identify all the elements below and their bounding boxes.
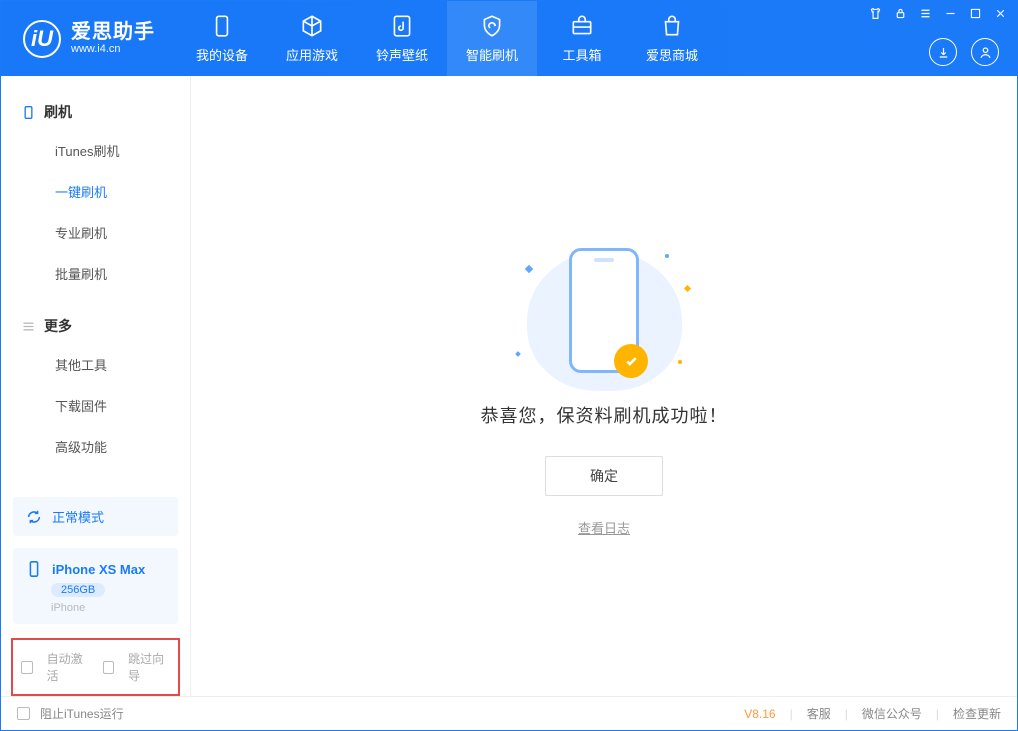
- nav-label: 应用游戏: [286, 45, 338, 64]
- success-message: 恭喜您，保资料刷机成功啦！: [481, 402, 728, 428]
- minimize-button[interactable]: [944, 7, 957, 20]
- top-nav: 我的设备 应用游戏 铃声壁纸 智能刷机 工具箱 爱思商城: [177, 1, 717, 76]
- nav-apps[interactable]: 应用游戏: [267, 1, 357, 76]
- lock-icon[interactable]: [894, 7, 907, 20]
- user-button[interactable]: [971, 38, 999, 66]
- version-label: V8.16: [744, 707, 775, 721]
- nav-label: 爱思商城: [646, 45, 698, 64]
- music-file-icon: [389, 13, 415, 39]
- shirt-icon[interactable]: [869, 7, 882, 20]
- logo-icon: iU: [23, 20, 61, 58]
- toolbox-icon: [569, 13, 595, 39]
- label-block-itunes: 阻止iTunes运行: [40, 705, 124, 722]
- device-type: iPhone: [51, 602, 85, 614]
- device-name: iPhone XS Max: [52, 562, 145, 577]
- label-skip-guide: 跳过向导: [128, 650, 170, 684]
- sidebar-item-onekey-flash[interactable]: 一键刷机: [1, 171, 190, 212]
- device-card[interactable]: iPhone XS Max 256GB iPhone: [13, 548, 178, 624]
- cube-icon: [299, 13, 325, 39]
- sidebar-item-itunes-flash[interactable]: iTunes刷机: [1, 130, 190, 171]
- body: 刷机 iTunes刷机 一键刷机 专业刷机 批量刷机 更多 其他工具 下载固件 …: [1, 76, 1017, 696]
- checkbox-block-itunes[interactable]: [17, 707, 30, 720]
- download-button[interactable]: [929, 38, 957, 66]
- footer-wechat-link[interactable]: 微信公众号: [862, 705, 922, 722]
- view-log-link[interactable]: 查看日志: [578, 518, 630, 537]
- checkbox-skip-guide[interactable]: [103, 661, 115, 674]
- phone-icon: [21, 105, 36, 120]
- footer-update-link[interactable]: 检查更新: [953, 705, 1001, 722]
- phone-icon: [25, 560, 43, 578]
- nav-my-device[interactable]: 我的设备: [177, 1, 267, 76]
- app-window: iU 爱思助手 www.i4.cn 我的设备 应用游戏 铃声壁纸 智能刷机: [0, 0, 1018, 731]
- titlebar: iU 爱思助手 www.i4.cn 我的设备 应用游戏 铃声壁纸 智能刷机: [1, 1, 1017, 76]
- sidebar: 刷机 iTunes刷机 一键刷机 专业刷机 批量刷机 更多 其他工具 下载固件 …: [1, 76, 191, 696]
- nav-store[interactable]: 爱思商城: [627, 1, 717, 76]
- nav-label: 铃声壁纸: [376, 45, 428, 64]
- phone-graphic: [569, 248, 639, 373]
- nav-ringtones[interactable]: 铃声壁纸: [357, 1, 447, 76]
- storage-badge: 256GB: [51, 583, 105, 597]
- label-auto-activate: 自动激活: [47, 650, 89, 684]
- list-icon: [21, 319, 36, 334]
- sidebar-item-advanced[interactable]: 高级功能: [1, 426, 190, 467]
- nav-label: 工具箱: [562, 45, 601, 64]
- nav-toolbox[interactable]: 工具箱: [537, 1, 627, 76]
- refresh-shield-icon: [479, 13, 505, 39]
- device-icon: [209, 13, 235, 39]
- mode-card[interactable]: 正常模式: [13, 497, 178, 536]
- window-controls: [869, 7, 1007, 20]
- group-more: 更多: [1, 308, 190, 344]
- group-title: 更多: [44, 316, 72, 336]
- menu-icon[interactable]: [919, 7, 932, 20]
- bag-icon: [659, 13, 685, 39]
- sidebar-item-pro-flash[interactable]: 专业刷机: [1, 212, 190, 253]
- ok-button[interactable]: 确定: [545, 456, 663, 496]
- sync-icon: [25, 508, 43, 526]
- mode-label: 正常模式: [52, 507, 104, 526]
- check-icon: [614, 344, 648, 378]
- footer-service-link[interactable]: 客服: [807, 705, 831, 722]
- logo: iU 爱思助手 www.i4.cn: [1, 20, 177, 58]
- checkbox-auto-activate[interactable]: [21, 661, 33, 674]
- group-flash: 刷机: [1, 94, 190, 130]
- group-title: 刷机: [44, 102, 72, 122]
- success-illustration: [514, 236, 694, 386]
- nav-label: 智能刷机: [466, 45, 518, 64]
- titlebar-actions: [929, 38, 999, 66]
- app-name-cn: 爱思助手: [71, 21, 155, 43]
- activation-options: 自动激活 跳过向导: [11, 638, 180, 696]
- close-button[interactable]: [994, 7, 1007, 20]
- app-name-en: www.i4.cn: [71, 43, 155, 55]
- nav-label: 我的设备: [196, 45, 248, 64]
- maximize-button[interactable]: [969, 7, 982, 20]
- main-content: 恭喜您，保资料刷机成功啦！ 确定 查看日志: [191, 76, 1017, 696]
- sidebar-item-other-tools[interactable]: 其他工具: [1, 344, 190, 385]
- footer: 阻止iTunes运行 V8.16 | 客服 | 微信公众号 | 检查更新: [1, 696, 1017, 730]
- sidebar-item-batch-flash[interactable]: 批量刷机: [1, 253, 190, 294]
- sidebar-item-download-firmware[interactable]: 下载固件: [1, 385, 190, 426]
- nav-flash[interactable]: 智能刷机: [447, 1, 537, 76]
